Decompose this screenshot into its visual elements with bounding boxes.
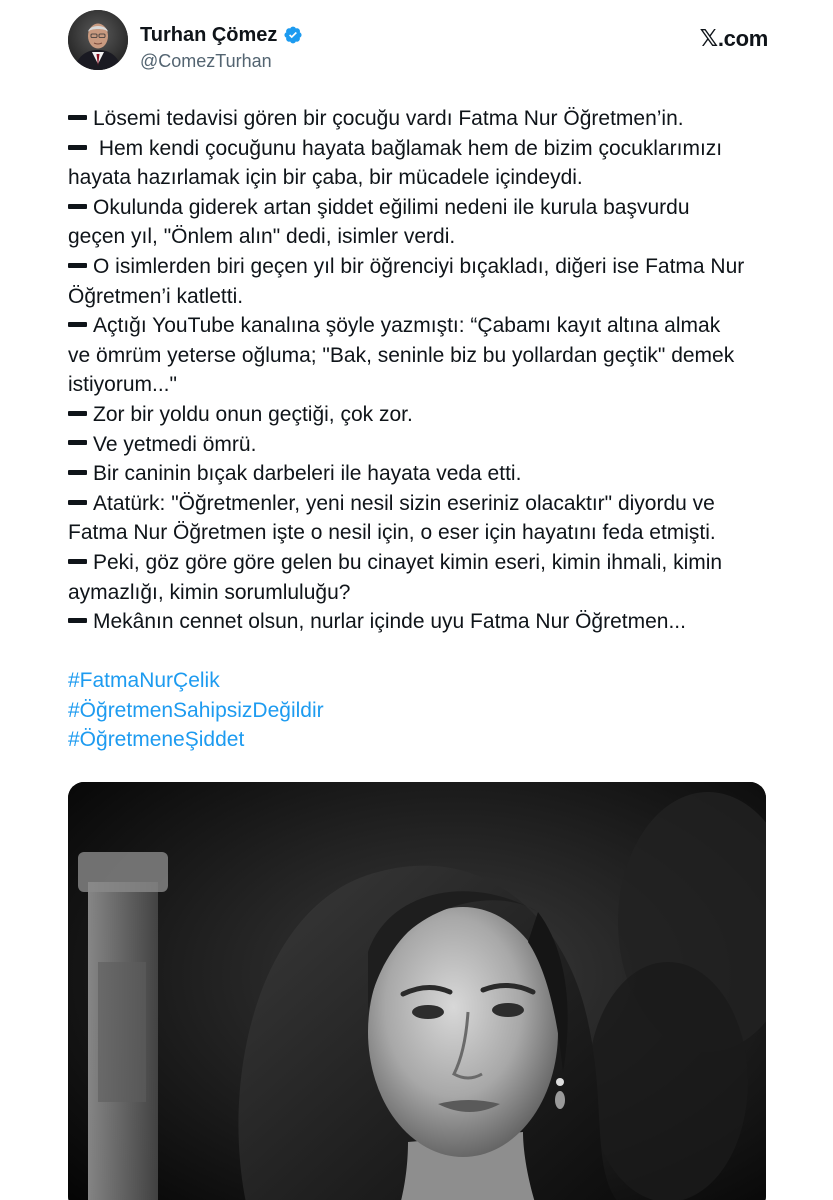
hashtag-link[interactable]: #ÖğretmenSahipsizDeğildir [68, 696, 324, 726]
dash-icon [68, 440, 87, 446]
tweet-line: Lösemi tedavisi gören bir çocuğu vardı F… [68, 104, 788, 134]
tweet-line: Fatma Nur Öğretmen işte o nesil için, o … [68, 521, 716, 545]
hashtag-link[interactable]: #FatmaNurÇelik [68, 666, 324, 696]
dash-icon [68, 558, 87, 564]
tweet-line: istiyorum..." [68, 373, 177, 397]
x-logo-icon: 𝕏 [699, 26, 719, 52]
dash-icon [68, 322, 87, 328]
hashtag-list: #FatmaNurÇelik #ÖğretmenSahipsizDeğildir… [68, 666, 324, 755]
dash-icon [68, 203, 87, 209]
verified-badge-icon [283, 25, 303, 45]
dash-icon [68, 499, 87, 505]
tweet-line: O isimlerden biri geçen yıl bir öğrenciy… [68, 252, 788, 282]
tweet-line: Zor bir yoldu onun geçtiği, çok zor. [68, 400, 788, 430]
tweet-line: Açtığı YouTube kanalına şöyle yazmıştı: … [68, 311, 788, 341]
author-handle[interactable]: @ComezTurhan [140, 50, 272, 72]
tweet-line: Ve yetmedi ömrü. [68, 430, 788, 460]
tweet-line: ve ömrüm yeterse oğluma; "Bak, seninle b… [68, 343, 735, 367]
dash-icon [68, 114, 87, 120]
tweet-text: Lösemi tedavisi gören bir çocuğu vardı F… [68, 104, 788, 637]
tweet-line: Bir caninin bıçak darbeleri ile hayata v… [68, 459, 788, 489]
tweet-line: Peki, göz göre göre gelen bu cinayet kim… [68, 548, 788, 578]
hashtag-link[interactable]: #ÖğretmeneŞiddet [68, 725, 324, 755]
tweet-line: Öğretmen’i katletti. [68, 284, 244, 308]
tweet-line: aymazlığı, kimin sorumluluğu? [68, 580, 351, 604]
avatar[interactable] [68, 10, 128, 70]
dash-icon [68, 410, 87, 416]
dash-icon [68, 262, 87, 268]
photo-icon [68, 782, 766, 1200]
dash-icon [68, 470, 87, 476]
tweet-line: Atatürk: "Öğretmenler, yeni nesil sizin … [68, 489, 788, 519]
tweet-line: Mekânın cennet olsun, nurlar içinde uyu … [68, 607, 788, 637]
tweet-line: Hem kendi çocuğunu hayata bağlamak hem d… [68, 134, 788, 164]
author-name-row: Turhan Çömez [140, 24, 303, 46]
tweet-media-photo[interactable] [68, 782, 766, 1200]
tweet-line: Okulunda giderek artan şiddet eğilimi ne… [68, 193, 788, 223]
author-name[interactable]: Turhan Çömez [140, 24, 277, 46]
tweet-header: Turhan Çömez @ComezTurhan 𝕏.com [68, 10, 768, 72]
tweet-line: geçen yıl, "Önlem alın" dedi, isimler ve… [68, 225, 456, 249]
tweet-line: hayata hazırlamak için bir çaba, bir müc… [68, 166, 583, 190]
x-logo[interactable]: 𝕏.com [699, 26, 769, 52]
dash-icon [68, 144, 87, 150]
brand-suffix: .com [717, 26, 768, 51]
dash-icon [68, 618, 87, 624]
